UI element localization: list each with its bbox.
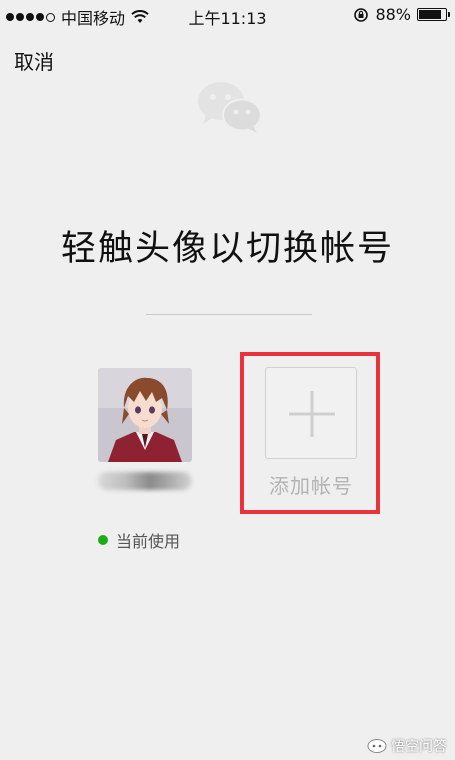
rotation-lock-icon	[354, 7, 369, 22]
add-account-button[interactable]	[265, 367, 357, 459]
current-account[interactable]	[98, 368, 192, 490]
current-status-label: 当前使用	[116, 532, 181, 551]
status-right: 88%	[353, 5, 450, 24]
plus-icon	[289, 391, 335, 437]
battery-icon	[417, 8, 450, 21]
watermark-text: 悟空问答	[391, 739, 447, 755]
account-name-blurred	[98, 472, 192, 490]
add-account-label[interactable]: 添加帐号	[250, 470, 372, 499]
wukong-logo-icon	[367, 739, 387, 753]
watermark: 悟空问答	[367, 736, 447, 756]
page-title: 轻触头像以切换帐号	[60, 229, 394, 269]
current-account-status: 当前使用	[98, 528, 180, 552]
avatar[interactable]	[98, 368, 192, 462]
wechat-logo-icon	[198, 82, 262, 133]
active-status-dot	[98, 535, 108, 545]
battery-percent: 88%	[375, 5, 411, 24]
cancel-button[interactable]: 取消	[14, 46, 54, 75]
divider	[146, 314, 312, 315]
status-bar: 中国移动 上午11:13 88%	[0, 0, 455, 30]
